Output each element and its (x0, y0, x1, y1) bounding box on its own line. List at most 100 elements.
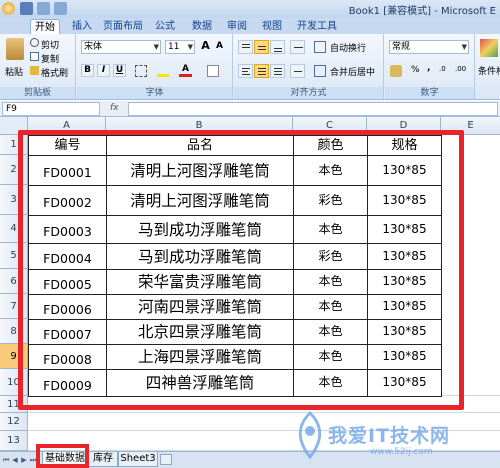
copy-button[interactable]: 复制 (41, 52, 59, 65)
paste-button[interactable]: 粘贴 (5, 65, 23, 78)
table-cell-color[interactable]: 本色 (294, 156, 368, 186)
underline-button[interactable]: U (113, 64, 126, 77)
table-cell-name[interactable]: 河南四景浮雕笔筒 (107, 295, 294, 320)
sheet-tab-inventory[interactable]: 库存 (88, 452, 118, 467)
fill-color-icon[interactable] (157, 65, 169, 77)
align-left-button[interactable] (238, 64, 253, 78)
row-header-8[interactable]: 8 (0, 319, 28, 344)
tab-home[interactable]: 开始 (30, 19, 60, 34)
bold-button[interactable]: B (81, 64, 94, 77)
row-header-11[interactable]: 11 (0, 396, 28, 413)
table-cell-name[interactable]: 北京四景浮雕笔筒 (107, 320, 294, 345)
column-header-e[interactable]: E (441, 117, 500, 135)
formula-input[interactable] (128, 102, 498, 116)
table-cell-spec[interactable]: 130*85 (368, 345, 442, 370)
table-cell-name[interactable]: 上海四景浮雕笔筒 (107, 345, 294, 370)
table-cell-spec[interactable]: 130*85 (368, 186, 442, 216)
sheet-tab-base-data[interactable]: 基础数据 (42, 452, 88, 467)
phonetic-icon[interactable] (207, 65, 219, 77)
grid-empty-row-11[interactable] (28, 396, 500, 413)
tab-developer[interactable]: 开发工具 (293, 19, 341, 34)
table-cell-code[interactable]: FD0003 (29, 216, 107, 244)
table-cell-color[interactable]: 彩色 (294, 244, 368, 270)
column-header-b[interactable]: B (106, 117, 293, 135)
tab-page-layout[interactable]: 页面布局 (100, 19, 146, 34)
table-cell-code[interactable]: FD0006 (29, 295, 107, 320)
row-header-12[interactable]: 12 (0, 413, 28, 431)
name-box[interactable]: F9 (2, 102, 100, 116)
grid-empty-row-13[interactable] (28, 431, 500, 451)
table-cell-spec[interactable]: 130*85 (368, 156, 442, 186)
select-all-corner[interactable] (0, 117, 28, 135)
wrap-text-icon[interactable] (314, 41, 326, 53)
table-header-spec[interactable]: 规格 (368, 136, 442, 156)
table-cell-spec[interactable]: 130*85 (368, 320, 442, 345)
row-header-7[interactable]: 7 (0, 294, 28, 319)
cut-button[interactable]: 剪切 (41, 38, 59, 51)
row-header-5[interactable]: 5 (0, 243, 28, 269)
table-cell-name[interactable]: 清明上河图浮雕笔筒 (107, 186, 294, 216)
table-cell-name[interactable]: 马到成功浮雕笔筒 (107, 244, 294, 270)
table-cell-code[interactable]: FD0001 (29, 156, 107, 186)
decrease-decimal-icon[interactable]: .00 (455, 65, 467, 77)
next-sheet-icon[interactable]: ▶ (20, 455, 28, 465)
table-cell-name[interactable]: 马到成功浮雕笔筒 (107, 216, 294, 244)
table-header-name[interactable]: 品名 (107, 136, 294, 156)
grow-font-button[interactable]: A (199, 40, 212, 53)
redo-icon[interactable] (54, 2, 67, 15)
table-cell-spec[interactable]: 130*85 (368, 216, 442, 244)
table-cell-spec[interactable]: 130*85 (368, 270, 442, 295)
percent-button[interactable]: % (411, 65, 420, 75)
align-right-button[interactable] (270, 64, 285, 78)
table-cell-color[interactable]: 彩色 (294, 186, 368, 216)
sheet-tab-sheet3[interactable]: Sheet3 (118, 452, 158, 467)
increase-decimal-icon[interactable]: .0 (439, 65, 451, 77)
comma-button[interactable]: , (427, 63, 430, 73)
save-icon[interactable] (20, 2, 33, 15)
grid-empty-row-12[interactable] (28, 413, 500, 431)
font-size-select[interactable]: 11 ▼ (165, 40, 195, 54)
wrap-text-button[interactable]: 自动换行 (330, 41, 366, 54)
row-header-3[interactable]: 3 (0, 185, 28, 215)
table-cell-code[interactable]: FD0002 (29, 186, 107, 216)
align-bottom-button[interactable] (270, 40, 285, 54)
row-header-1[interactable]: 1 (0, 135, 28, 155)
table-cell-code[interactable]: FD0009 (29, 370, 107, 397)
table-cell-spec[interactable]: 130*85 (368, 295, 442, 320)
indent-button[interactable] (290, 64, 305, 78)
insert-sheet-icon[interactable] (160, 454, 172, 465)
number-format-select[interactable]: 常规 ▼ (389, 40, 469, 54)
table-cell-color[interactable]: 本色 (294, 345, 368, 370)
last-sheet-icon[interactable]: ⏭ (29, 455, 37, 465)
table-cell-name[interactable]: 清明上河图浮雕笔筒 (107, 156, 294, 186)
table-cell-color[interactable]: 本色 (294, 320, 368, 345)
column-header-d[interactable]: D (367, 117, 441, 135)
tab-review[interactable]: 审阅 (222, 19, 252, 34)
row-header-9[interactable]: 9 (0, 344, 28, 369)
worksheet-grid[interactable]: A B C D E 1 2 3 4 5 6 7 8 9 10 11 12 13 … (0, 117, 500, 451)
table-header-color[interactable]: 颜色 (294, 136, 368, 156)
paste-icon[interactable] (6, 38, 24, 60)
tab-data[interactable]: 数据 (187, 19, 217, 34)
undo-icon[interactable] (37, 2, 50, 15)
table-cell-code[interactable]: FD0008 (29, 345, 107, 370)
table-cell-color[interactable]: 本色 (294, 216, 368, 244)
align-center-button[interactable] (254, 64, 269, 78)
format-painter-button[interactable]: 格式刷 (41, 66, 68, 79)
table-cell-color[interactable]: 本色 (294, 270, 368, 295)
tab-insert[interactable]: 插入 (68, 19, 96, 34)
column-header-a[interactable]: A (28, 117, 106, 135)
merge-center-button[interactable]: 合并后居中 (330, 65, 375, 78)
first-sheet-icon[interactable]: ⏮ (2, 455, 10, 465)
shrink-font-button[interactable]: A (213, 41, 226, 54)
align-top-button[interactable] (238, 40, 253, 54)
currency-icon[interactable] (390, 65, 402, 77)
tab-view[interactable]: 视图 (257, 19, 287, 34)
row-header-4[interactable]: 4 (0, 215, 28, 243)
table-cell-spec[interactable]: 130*85 (368, 370, 442, 397)
font-name-select[interactable]: 宋体 ▼ (81, 40, 161, 54)
grid-empty-e[interactable] (441, 135, 500, 396)
cut-icon[interactable] (30, 38, 39, 47)
table-cell-code[interactable]: FD0007 (29, 320, 107, 345)
merge-center-icon[interactable] (314, 65, 326, 77)
